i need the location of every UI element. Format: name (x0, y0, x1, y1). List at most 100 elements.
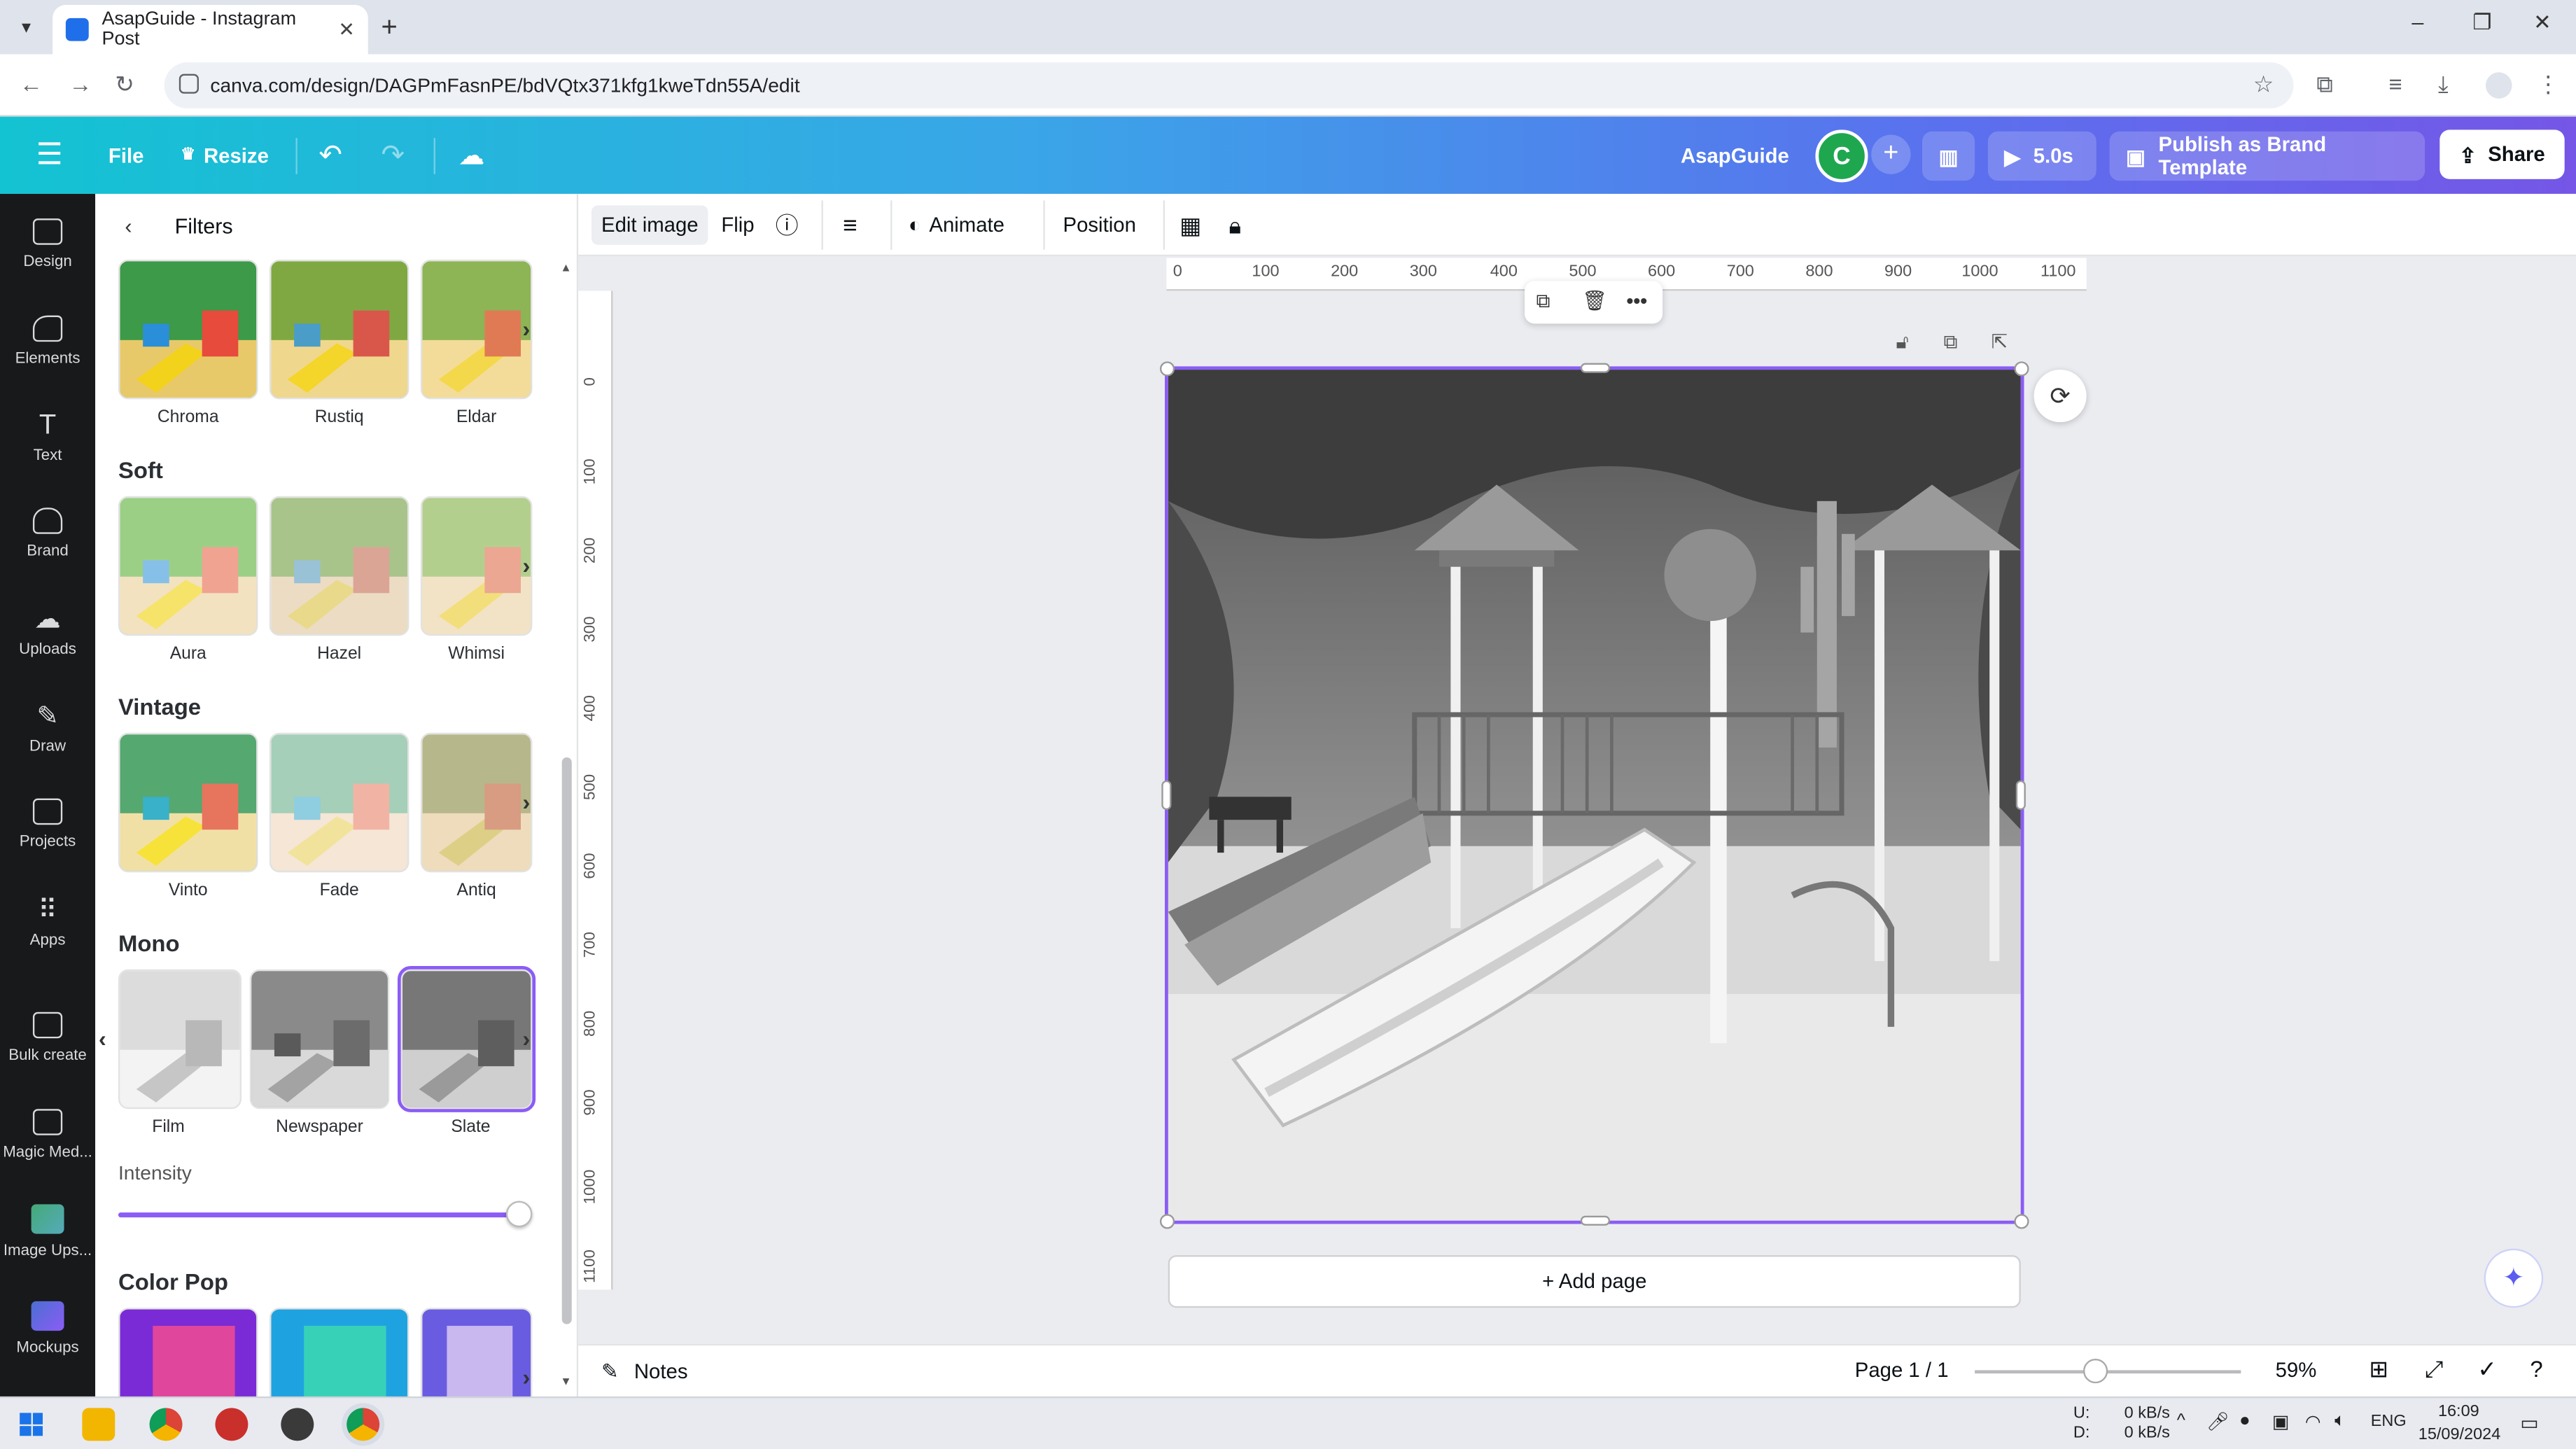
border-style-icon[interactable]: ≡ (843, 205, 858, 244)
more-options-icon[interactable]: ••• (1627, 289, 1648, 312)
volume-icon[interactable]: 🔈︎ (2334, 1411, 2346, 1433)
tray-app-icon[interactable]: ● (2239, 1411, 2250, 1431)
grid-view-icon[interactable]: ⊞ (2369, 1355, 2388, 1383)
back-icon[interactable]: ← (20, 71, 43, 97)
filter-thumb-eldar[interactable] (420, 259, 533, 400)
clock-date[interactable]: 15/09/2024 (2418, 1426, 2500, 1444)
intensity-slider-track[interactable] (118, 1212, 519, 1218)
recorder-icon[interactable] (215, 1408, 248, 1441)
close-window-button[interactable]: ✕ (2533, 10, 2552, 36)
publish-brand-template-button[interactable]: ▣ Publish as Brand Template (2109, 131, 2426, 181)
tray-chevron-icon[interactable]: ^ (2177, 1411, 2185, 1431)
resize-handle-bottom[interactable] (1580, 1215, 1611, 1226)
row-next-arrow-icon[interactable]: › (522, 1026, 530, 1052)
flip-button[interactable]: Flip (721, 205, 754, 244)
fullscreen-icon[interactable]: ⤢ (2425, 1355, 2443, 1383)
profile-avatar[interactable] (2486, 72, 2512, 99)
file-explorer-icon[interactable] (82, 1408, 115, 1441)
rail-magic-media[interactable]: Magic Med... (0, 1089, 95, 1181)
chrome-active-icon[interactable] (346, 1408, 380, 1441)
rail-bulk-create[interactable]: Bulk create (0, 993, 95, 1084)
edit-image-button[interactable]: Edit image (591, 205, 708, 245)
clock-time[interactable]: 16:09 (2438, 1403, 2479, 1421)
filter-thumb-colorpop-1[interactable] (118, 1308, 258, 1396)
rail-apps[interactable]: ⠿ Apps (0, 876, 95, 967)
insights-chart-icon[interactable]: ▥ (1921, 131, 1975, 181)
filter-thumb-film[interactable] (118, 969, 242, 1110)
intensity-slider-knob[interactable] (505, 1200, 533, 1228)
file-menu[interactable]: File (108, 117, 144, 194)
rail-design[interactable]: Design (0, 199, 95, 290)
notifications-icon[interactable]: ▭ (2520, 1411, 2539, 1434)
filter-thumb-rustiq[interactable] (269, 259, 410, 400)
back-chevron-icon[interactable]: ‹ (125, 213, 132, 237)
zoom-slider-knob[interactable] (2082, 1358, 2108, 1384)
page-indicator[interactable]: Page 1 / 1 (1855, 1359, 1949, 1382)
share-button[interactable]: ⇪ Share (2440, 130, 2565, 179)
filter-thumb-newspaper[interactable] (249, 969, 390, 1110)
download-icon[interactable]: ⤓ (2438, 71, 2449, 99)
design-title[interactable]: AsapGuide (1681, 117, 1789, 194)
user-avatar[interactable]: C (1815, 130, 1868, 183)
filter-thumb-whimsi[interactable] (420, 496, 533, 636)
rail-image-upscaler[interactable]: Image Ups... (0, 1186, 95, 1278)
rail-text[interactable]: T Text (0, 391, 95, 483)
reload-icon[interactable]: ↻ (115, 71, 134, 99)
filter-thumb-chroma[interactable] (118, 259, 258, 400)
windows-start-icon[interactable] (20, 1413, 43, 1436)
row-next-arrow-icon[interactable]: › (522, 789, 530, 816)
info-icon[interactable]: ⓘ (776, 205, 799, 244)
scroll-up-icon[interactable]: ▲ (560, 263, 571, 274)
filter-thumb-fade[interactable] (269, 732, 410, 873)
filter-thumb-aura[interactable] (118, 496, 258, 636)
chrome-icon[interactable] (149, 1408, 183, 1441)
rail-projects[interactable]: Projects (0, 778, 95, 870)
invite-plus-button[interactable]: + (1871, 134, 1911, 174)
bookmark-star-icon[interactable]: ☆ (2253, 71, 2274, 99)
row-next-arrow-icon[interactable]: › (522, 552, 530, 579)
resize-button[interactable]: ♛ Resize (181, 117, 269, 194)
scroll-down-icon[interactable]: ▼ (560, 1377, 571, 1388)
extensions-icon[interactable]: ⧉ (2316, 71, 2332, 99)
transparency-icon[interactable]: ▦ (1180, 205, 1201, 244)
scroll-thumb[interactable] (561, 757, 572, 1324)
minimize-button[interactable]: – (2412, 10, 2423, 34)
resize-handle-right[interactable] (2015, 780, 2026, 811)
page-duplicate-icon[interactable]: ⧉ (1944, 330, 1958, 355)
redo-icon[interactable]: ↷ (382, 117, 405, 194)
language-indicator[interactable]: ENG (2371, 1413, 2407, 1431)
forward-icon[interactable]: → (69, 71, 92, 97)
browser-menu-icon[interactable]: ⋮ (2537, 71, 2560, 99)
page-lock-icon[interactable]: 🔓︎ (1896, 330, 1908, 355)
duplicate-icon[interactable]: ⧉ (1536, 289, 1550, 314)
lock-icon[interactable]: 🔒︎ (1229, 205, 1241, 244)
rail-uploads[interactable]: ☁ Uploads (0, 585, 95, 677)
resize-handle-tr[interactable] (2014, 361, 2029, 377)
new-tab-button[interactable]: + (382, 11, 398, 44)
filter-thumb-slate[interactable] (397, 966, 536, 1112)
resize-handle-top[interactable] (1580, 363, 1611, 373)
present-button[interactable]: ▶ 5.0s (1987, 131, 2096, 181)
rail-mockups[interactable]: Mockups (0, 1283, 95, 1375)
zoom-level[interactable]: 59% (2276, 1359, 2317, 1382)
resize-handle-bl[interactable] (1159, 1214, 1175, 1229)
help-icon[interactable]: ? (2530, 1355, 2542, 1382)
page-add-icon[interactable]: ⇱ (1991, 330, 2008, 354)
wifi-icon[interactable]: ◠ (2305, 1411, 2321, 1432)
position-button[interactable]: Position (1063, 205, 1136, 244)
panel-scrollbar[interactable]: ▲ ▼ (560, 260, 572, 1393)
filter-thumb-vinto[interactable] (118, 732, 258, 873)
design-page-image[interactable] (1165, 366, 2024, 1224)
filter-thumb-colorpop-2[interactable] (269, 1308, 410, 1396)
app-icon[interactable] (281, 1408, 314, 1441)
rail-elements[interactable]: Elements (0, 295, 95, 387)
filter-thumb-hazel[interactable] (269, 496, 410, 636)
row-next-arrow-icon[interactable]: › (522, 316, 530, 342)
check-icon[interactable]: ✓ (2477, 1355, 2497, 1383)
row-next-arrow-icon[interactable]: › (522, 1364, 530, 1390)
rail-draw[interactable]: ✎ Draw (0, 682, 95, 774)
resize-handle-tl[interactable] (1159, 361, 1175, 377)
magic-assistant-icon[interactable]: ✦ (2484, 1248, 2544, 1308)
filter-thumb-colorpop-3[interactable] (420, 1308, 533, 1396)
filter-thumb-antiq[interactable] (420, 732, 533, 873)
